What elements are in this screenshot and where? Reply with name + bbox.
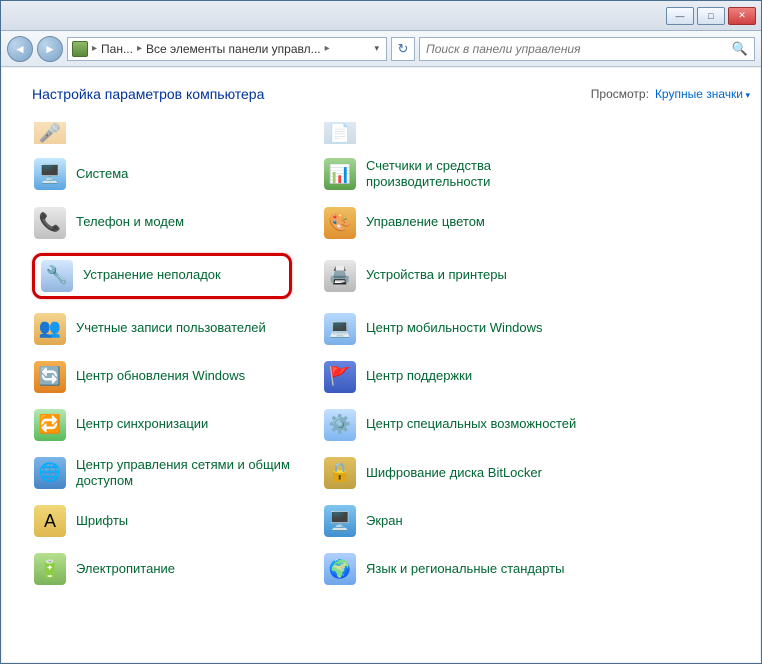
item-ease-of-access[interactable]: ⚙️ Центр специальных возможностей — [322, 407, 582, 443]
item-fonts[interactable]: A Шрифты — [32, 503, 292, 539]
content-scroll[interactable]: Настройка параметров компьютера Просмотр… — [2, 68, 760, 662]
item-mobility-center[interactable]: 💻 Центр мобильности Windows — [322, 311, 582, 347]
item-bitlocker[interactable]: 🔒 Шифрование диска BitLocker — [322, 455, 582, 492]
address-dropdown-icon[interactable]: ▾ — [371, 43, 382, 54]
speech-icon: 🎤 — [34, 122, 66, 144]
network-icon: 🌐 — [34, 457, 66, 489]
globe-icon: 🌍 — [324, 553, 356, 585]
troubleshoot-icon: 🔧 — [41, 260, 73, 292]
color-icon: 🎨 — [324, 207, 356, 239]
item-phone-modem[interactable]: 📞 Телефон и модем — [32, 205, 292, 241]
flag-icon: 🚩 — [324, 361, 356, 393]
display-icon: 🖥️ — [324, 505, 356, 537]
item-label: Центр поддержки — [366, 368, 472, 384]
heading-row: Настройка параметров компьютера Просмотр… — [32, 86, 750, 102]
search-icon[interactable]: 🔍 — [732, 41, 748, 57]
item-label: Шифрование диска BitLocker — [366, 465, 542, 481]
item-label: Центр специальных возможностей — [366, 416, 576, 432]
item-action-center[interactable]: 🚩 Центр поддержки — [322, 359, 582, 395]
titlebar: — □ ✕ — [1, 1, 761, 31]
item-label: Центр синхронизации — [76, 416, 208, 432]
item-grid: 🎤 📄 🖥️ Система 📊 Счетчики и средства про… — [32, 122, 750, 587]
item-label: Центр обновления Windows — [76, 368, 245, 384]
item-label: Счетчики и средства производительности — [366, 158, 580, 191]
breadcrumb-sep: ▸ — [92, 43, 97, 54]
back-button[interactable]: ◄ — [7, 36, 33, 62]
page-heading: Настройка параметров компьютера — [32, 86, 591, 102]
item-label: Система — [76, 166, 128, 182]
item-label: Управление цветом — [366, 214, 485, 230]
item-label: Телефон и модем — [76, 214, 184, 230]
item-system[interactable]: 🖥️ Система — [32, 156, 292, 193]
item-label: Учетные записи пользователей — [76, 320, 266, 336]
mobility-icon: 💻 — [324, 313, 356, 345]
item-display[interactable]: 🖥️ Экран — [322, 503, 582, 539]
view-dropdown[interactable]: Крупные значки — [655, 87, 750, 101]
maximize-button[interactable]: □ — [697, 7, 725, 25]
sync-icon: 🔁 — [34, 409, 66, 441]
item-label: Язык и региональные стандарты — [366, 561, 564, 577]
item-label: Центр мобильности Windows — [366, 320, 543, 336]
item-label: Центр управления сетями и общим доступом — [76, 457, 290, 490]
address-bar[interactable]: ▸ Пан... ▸ Все элементы панели управл...… — [67, 37, 387, 61]
item-color-management[interactable]: 🎨 Управление цветом — [322, 205, 582, 241]
users-icon: 👥 — [34, 313, 66, 345]
item-label: Устройства и принтеры — [366, 267, 507, 283]
item-power-options[interactable]: 🔋 Электропитание — [32, 551, 292, 587]
forward-button[interactable]: ► — [37, 36, 63, 62]
lock-icon: 🔒 — [324, 457, 356, 489]
phone-icon: 📞 — [34, 207, 66, 239]
update-icon: 🔄 — [34, 361, 66, 393]
navbar: ◄ ► ▸ Пан... ▸ Все элементы панели управ… — [1, 31, 761, 67]
item-windows-update[interactable]: 🔄 Центр обновления Windows — [32, 359, 292, 395]
item-label: Шрифты — [76, 513, 128, 529]
generic-icon: 📄 — [324, 122, 356, 144]
system-icon: 🖥️ — [34, 158, 66, 190]
item-sync-center[interactable]: 🔁 Центр синхронизации — [32, 407, 292, 443]
breadcrumb-1[interactable]: Пан... — [101, 42, 133, 56]
item-devices-printers[interactable]: 🖨️ Устройства и принтеры — [322, 253, 582, 299]
search-input[interactable] — [426, 42, 732, 56]
breadcrumb-2[interactable]: Все элементы панели управл... — [146, 42, 321, 56]
search-box[interactable]: 🔍 — [419, 37, 755, 61]
view-label: Просмотр: — [591, 87, 649, 101]
control-panel-icon — [72, 41, 88, 57]
item-label: Электропитание — [76, 561, 175, 577]
power-icon: 🔋 — [34, 553, 66, 585]
item-label: Устранение неполадок — [83, 267, 221, 283]
item-region-language[interactable]: 🌍 Язык и региональные стандарты — [322, 551, 582, 587]
refresh-button[interactable]: ↻ — [391, 37, 415, 61]
minimize-button[interactable]: — — [666, 7, 694, 25]
control-panel-window: — □ ✕ ◄ ► ▸ Пан... ▸ Все элементы панели… — [0, 0, 762, 664]
breadcrumb-sep: ▸ — [137, 43, 142, 54]
item-network-sharing[interactable]: 🌐 Центр управления сетями и общим доступ… — [32, 455, 292, 492]
item-troubleshooting[interactable]: 🔧 Устранение неполадок — [32, 253, 292, 299]
access-icon: ⚙️ — [324, 409, 356, 441]
close-button[interactable]: ✕ — [728, 7, 756, 25]
content-area: Настройка параметров компьютера Просмотр… — [2, 68, 760, 662]
item-partial[interactable]: 📄 — [322, 122, 582, 144]
devices-icon: 🖨️ — [324, 260, 356, 292]
item-label: Экран — [366, 513, 403, 529]
item-user-accounts[interactable]: 👥 Учетные записи пользователей — [32, 311, 292, 347]
performance-icon: 📊 — [324, 158, 356, 190]
breadcrumb-sep: ▸ — [325, 43, 330, 54]
item-speech-partial[interactable]: 🎤 — [32, 122, 292, 144]
fonts-icon: A — [34, 505, 66, 537]
item-performance[interactable]: 📊 Счетчики и средства производительности — [322, 156, 582, 193]
